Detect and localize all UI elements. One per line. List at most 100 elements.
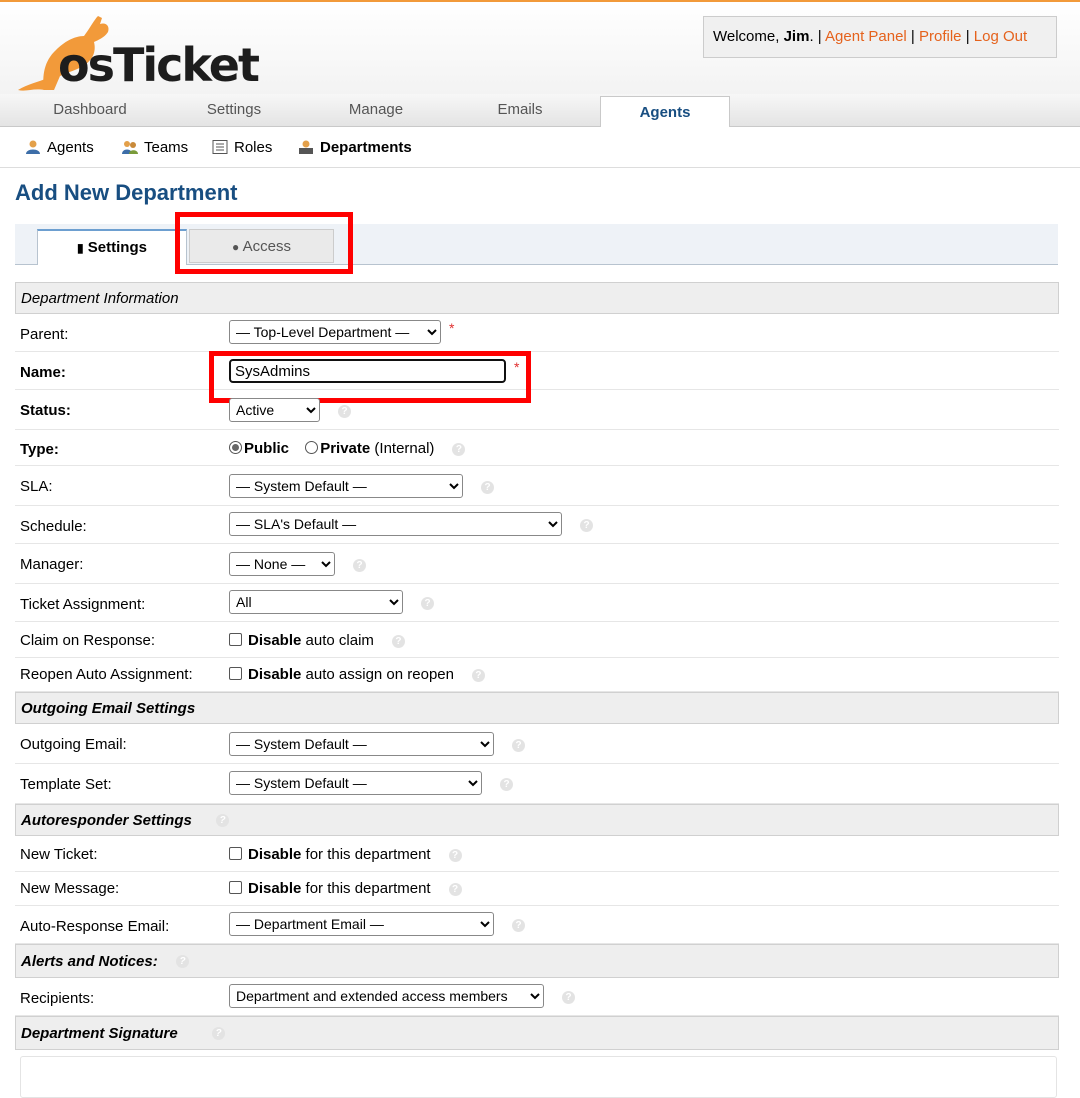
public-label: Public — [244, 440, 290, 457]
radio-private[interactable] — [305, 441, 319, 454]
new-message-checkbox[interactable] — [229, 881, 242, 894]
claim-checkbox[interactable] — [229, 633, 242, 646]
private-label: Private — [320, 440, 371, 457]
radio-public[interactable] — [229, 441, 242, 454]
agent-panel-link[interactable]: Agent Panel — [825, 28, 907, 45]
help-icon[interactable]: ? — [452, 442, 466, 456]
status-select[interactable]: Active — [229, 398, 320, 422]
row-name: Name: * — [15, 352, 1059, 390]
recipients-label: Recipients: — [20, 990, 95, 1007]
help-icon[interactable]: ? — [448, 848, 462, 862]
tab-dashboard[interactable]: Dashboard — [30, 94, 150, 126]
subnav-departments[interactable]: Departments — [298, 127, 412, 167]
row-claim-on-response: Claim on Response: Disable auto claim? — [15, 622, 1059, 658]
roles-list-icon — [212, 140, 228, 154]
row-manager: Manager: — None —? — [15, 544, 1059, 584]
help-icon[interactable]: ? — [512, 918, 525, 932]
help-icon[interactable]: ? — [512, 738, 525, 752]
osticket-logo[interactable]: osTicket — [14, 6, 260, 92]
new-ticket-text: for this department — [305, 846, 431, 863]
sub-nav: Agents Teams Roles Departments — [0, 127, 1080, 168]
welcome-prefix: Welcome, — [713, 28, 780, 45]
row-reopen-auto-assignment: Reopen Auto Assignment: Disable auto ass… — [15, 658, 1059, 692]
new-message-disable-text: Disable — [248, 880, 302, 897]
reopen-disable-text: Disable — [248, 666, 302, 683]
tab-emails[interactable]: Emails — [460, 94, 580, 126]
row-ticket-assignment: Ticket Assignment: All? — [15, 584, 1059, 622]
row-parent: Parent: — Top-Level Department — * — [15, 314, 1059, 352]
row-recipients: Recipients: Department and extended acce… — [15, 978, 1059, 1016]
sla-select[interactable]: — System Default — — [229, 474, 463, 498]
parent-select[interactable]: — Top-Level Department — — [229, 320, 441, 344]
logo-text: osTicket — [58, 38, 260, 92]
ticket-assignment-label: Ticket Assignment: — [20, 596, 146, 613]
form-tab-settings[interactable]: ▮ Settings — [37, 229, 187, 265]
form-tabs: ▮ Settings ● Access — [15, 224, 1058, 265]
subnav-roles-label: Roles — [234, 139, 273, 156]
help-icon[interactable]: ? — [421, 596, 434, 610]
agent-icon — [26, 140, 40, 154]
section-label: Alerts and Notices: — [21, 953, 158, 970]
parent-label: Parent: — [20, 326, 69, 343]
subnav-roles[interactable]: Roles — [212, 127, 272, 167]
section-department-signature: Department Signature? — [15, 1016, 1059, 1050]
section-autoresponder: Autoresponder Settings? — [15, 804, 1059, 836]
section-outgoing-email: Outgoing Email Settings — [15, 692, 1059, 724]
signature-editor[interactable] — [20, 1056, 1057, 1098]
manager-select[interactable]: — None — — [229, 552, 335, 576]
reopen-checkbox[interactable] — [229, 667, 242, 680]
tab-manage[interactable]: Manage — [316, 94, 436, 126]
welcome-box: Welcome, Jim. | Agent Panel | Profile | … — [703, 16, 1057, 58]
help-icon[interactable]: ? — [471, 668, 485, 682]
claim-disable-text: Disable — [248, 632, 302, 649]
recipients-select[interactable]: Department and extended access members — [229, 984, 544, 1008]
reopen-text: auto assign on reopen — [305, 666, 454, 683]
highlight-access-tab — [175, 212, 353, 274]
help-icon[interactable]: ? — [353, 558, 366, 572]
welcome-sep: . — [809, 28, 814, 45]
help-icon[interactable]: ? — [481, 480, 494, 494]
header: osTicket Welcome, Jim. | Agent Panel | P… — [0, 2, 1080, 94]
auto-response-email-select[interactable]: — Department Email — — [229, 912, 494, 936]
help-icon[interactable]: ? — [562, 990, 575, 1004]
outgoing-email-select[interactable]: — System Default — — [229, 732, 494, 756]
help-icon[interactable]: ? — [580, 518, 593, 532]
help-icon[interactable]: ? — [216, 814, 229, 827]
row-auto-response-email: Auto-Response Email: — Department Email … — [15, 906, 1059, 944]
template-set-label: Template Set: — [20, 776, 112, 793]
logout-link[interactable]: Log Out — [974, 28, 1027, 45]
row-schedule: Schedule: — SLA's Default —? — [15, 506, 1059, 544]
subnav-agents[interactable]: Agents — [25, 127, 94, 167]
schedule-select[interactable]: — SLA's Default — — [229, 512, 562, 536]
help-icon[interactable]: ? — [176, 955, 189, 968]
row-status: Status: Active? — [15, 390, 1059, 430]
subnav-teams-label: Teams — [144, 139, 189, 156]
user-name: Jim — [783, 28, 810, 45]
new-ticket-checkbox[interactable] — [229, 847, 242, 860]
subnav-teams[interactable]: Teams — [122, 127, 188, 167]
form-tab-settings-label: Settings — [87, 239, 147, 256]
section-alerts-notices: Alerts and Notices:? — [15, 944, 1059, 978]
row-new-ticket: New Ticket: Disable for this department? — [15, 836, 1059, 872]
help-icon[interactable]: ? — [448, 882, 462, 896]
section-label: Autoresponder Settings — [21, 812, 192, 829]
tab-settings[interactable]: Settings — [174, 94, 294, 126]
new-message-text: for this department — [305, 880, 431, 897]
help-icon[interactable]: ? — [500, 777, 513, 791]
department-icon — [299, 140, 313, 154]
tab-agents[interactable]: Agents — [600, 96, 730, 127]
name-label: Name: — [20, 364, 66, 381]
new-ticket-label: New Ticket: — [20, 846, 98, 863]
auto-response-email-label: Auto-Response Email: — [20, 918, 170, 935]
ticket-assignment-select[interactable]: All — [229, 590, 403, 614]
subnav-agents-label: Agents — [47, 139, 94, 156]
help-icon[interactable]: ? — [212, 1027, 225, 1040]
profile-link[interactable]: Profile — [919, 28, 962, 45]
new-ticket-disable-text: Disable — [248, 846, 302, 863]
template-set-select[interactable]: — System Default — — [229, 771, 482, 795]
help-icon[interactable]: ? — [391, 634, 405, 648]
reopen-label: Reopen Auto Assignment: — [20, 666, 193, 683]
row-template-set: Template Set: — System Default —? — [15, 764, 1059, 804]
help-icon[interactable]: ? — [338, 404, 351, 418]
manager-label: Manager: — [20, 556, 84, 573]
